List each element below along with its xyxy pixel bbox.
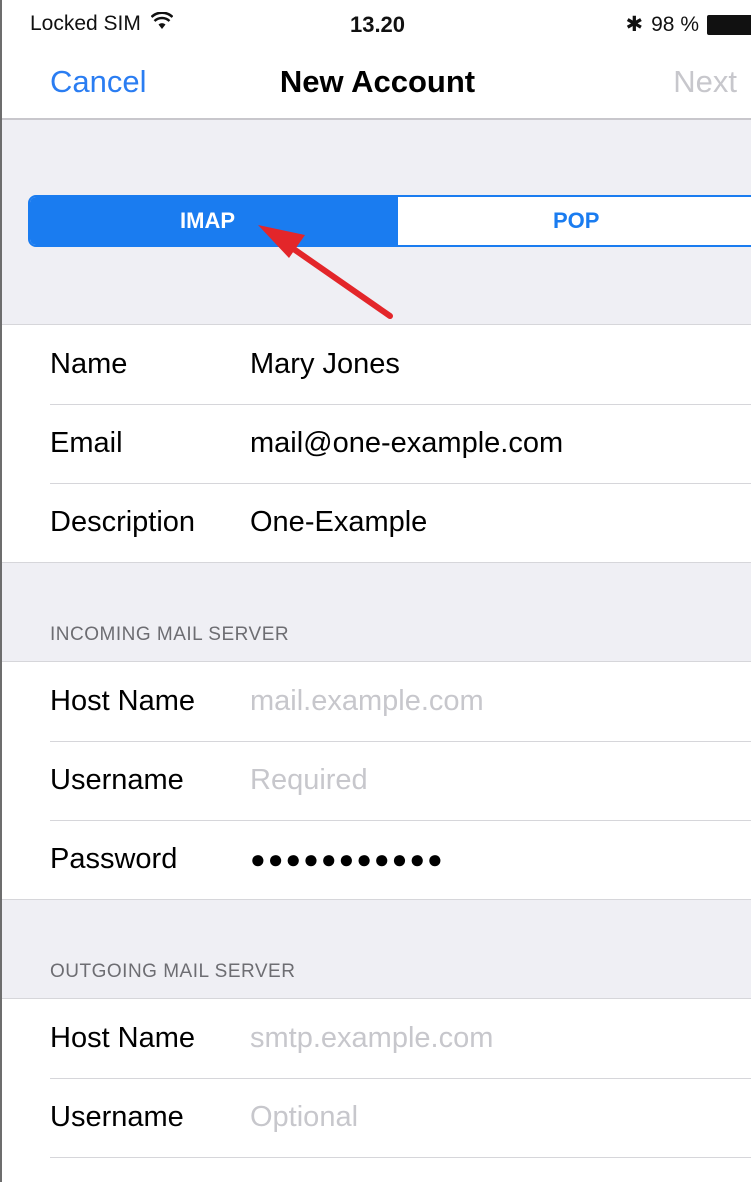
battery-percent: 98 % [651,12,699,36]
next-button[interactable]: Next [673,64,737,100]
phone-screen: Locked SIM 13.20 ✱ 98 % Cancel New Accou… [0,0,751,1182]
incoming-username-label: Username [50,764,184,796]
status-bar: Locked SIM 13.20 ✱ 98 % [2,0,751,44]
navigation-bar: Cancel New Account Next [2,44,751,120]
battery-icon [707,14,751,35]
segment-imap[interactable]: IMAP [30,197,398,245]
outgoing-username-label: Username [50,1101,184,1133]
page-title: New Account [279,64,476,99]
outgoing-server-group: Host Name smtp.example.com Username Opti… [2,998,751,1182]
description-label: Description [50,506,196,538]
segment-pop[interactable]: POP [398,197,751,245]
name-row[interactable]: Name Mary Jones [2,325,751,404]
incoming-username-input[interactable]: Required [250,764,368,797]
incoming-server-group: Host Name mail.example.com Username Requ… [2,661,751,900]
incoming-password-label: Password [50,843,178,875]
incoming-section-header: INCOMING MAIL SERVER [50,624,290,645]
status-right: ✱ 98 % [626,12,751,37]
account-details-group: Name Mary Jones Email mail@one-example.c… [2,324,751,563]
name-value[interactable]: Mary Jones [250,348,400,381]
incoming-host-label: Host Name [50,685,196,717]
incoming-host-row[interactable]: Host Name mail.example.com [2,662,751,741]
incoming-password-row[interactable]: Password ●●●●●●●●●●● [2,820,751,899]
outgoing-next-row[interactable] [2,1157,751,1182]
outgoing-username-input[interactable]: Optional [250,1101,358,1134]
outgoing-host-row[interactable]: Host Name smtp.example.com [2,999,751,1078]
incoming-password-input[interactable]: ●●●●●●●●●●● [250,844,445,875]
name-label: Name [50,348,128,380]
email-value[interactable]: mail@one-example.com [250,427,563,460]
outgoing-host-label: Host Name [50,1022,196,1054]
incoming-host-input[interactable]: mail.example.com [250,685,484,718]
outgoing-section-header: OUTGOING MAIL SERVER [50,961,296,982]
email-row[interactable]: Email mail@one-example.com [2,404,751,483]
account-type-segmented-control: IMAP POP [28,195,751,247]
email-label: Email [50,427,123,459]
outgoing-username-row[interactable]: Username Optional [2,1078,751,1157]
incoming-username-row[interactable]: Username Required [2,741,751,820]
outgoing-host-input[interactable]: smtp.example.com [250,1022,493,1055]
bluetooth-icon: ✱ [625,13,644,36]
description-row[interactable]: Description One-Example [2,483,751,562]
description-value[interactable]: One-Example [250,506,427,539]
